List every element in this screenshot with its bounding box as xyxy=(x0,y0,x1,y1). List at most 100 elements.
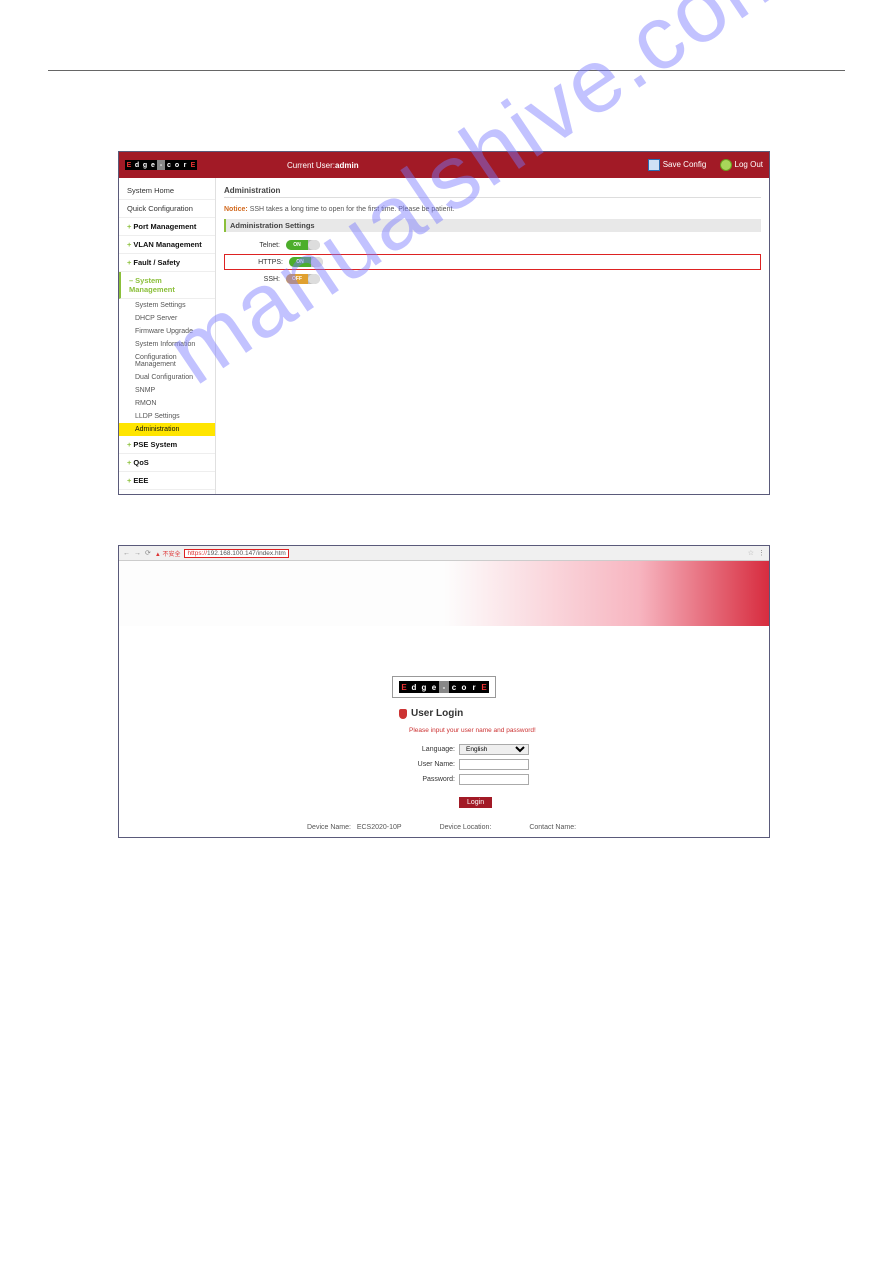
sidebar-item-quick-config[interactable]: Quick Configuration xyxy=(119,200,215,218)
logo-char: r xyxy=(469,681,479,693)
sidebar-item-label: EEE xyxy=(133,476,148,485)
toggle-state: ON xyxy=(289,257,311,267)
toggle-https[interactable]: ON xyxy=(289,257,323,267)
plus-icon: + xyxy=(127,258,131,267)
sidebar-item-eee[interactable]: +EEE xyxy=(119,472,215,490)
logo-char: E xyxy=(189,160,197,170)
password-label: Password: xyxy=(409,776,455,783)
notice: Notice: SSH takes a long time to open fo… xyxy=(224,204,761,215)
logo-char: o xyxy=(459,681,469,693)
plus-icon: + xyxy=(127,440,131,449)
save-config-button[interactable]: Save Config xyxy=(648,159,706,171)
sidebar-item-system-home[interactable]: System Home xyxy=(119,182,215,200)
bookmark-icon[interactable]: ☆ xyxy=(748,549,754,557)
logo-char: c xyxy=(449,681,459,693)
row-https: HTTPS: ON xyxy=(224,254,761,270)
login-logo: E d g e - c o r E xyxy=(392,676,496,698)
language-label: Language: xyxy=(409,746,455,753)
row-ssh: SSH: OFF xyxy=(224,274,761,284)
url-host: 192.168.100.147 xyxy=(207,550,256,557)
sidebar-sub-snmp[interactable]: SNMP xyxy=(119,384,215,397)
sidebar-sub-firmware-upgrade[interactable]: Firmware Upgrade xyxy=(119,325,215,338)
row-language: Language: English xyxy=(409,744,536,755)
sidebar-item-pse-system[interactable]: +PSE System xyxy=(119,436,215,454)
logout-button[interactable]: Log Out xyxy=(720,159,763,171)
row-label: Telnet: xyxy=(224,242,280,249)
sidebar-item-label: QoS xyxy=(133,458,148,467)
sidebar-item-fault-safety[interactable]: +Fault / Safety xyxy=(119,254,215,272)
sidebar-item-qos[interactable]: +QoS xyxy=(119,454,215,472)
logo-char: E xyxy=(479,681,489,693)
logo-char: g xyxy=(141,160,149,170)
notice-text: SSH takes a long time to open for the fi… xyxy=(250,206,455,213)
sidebar-sub-dhcp-server[interactable]: DHCP Server xyxy=(119,312,215,325)
content-area: Administration Notice: SSH takes a long … xyxy=(216,178,769,494)
url-box[interactable]: https://192.168.100.147/index.htm xyxy=(184,549,288,558)
minus-icon: – xyxy=(129,276,133,285)
row-label: HTTPS: xyxy=(227,259,283,266)
footer-device-name: Device Name: ECS2020-10P xyxy=(307,824,402,831)
footer-device-location: Device Location: xyxy=(440,824,492,831)
insecure-icon: ▲ 不安全 xyxy=(155,549,181,558)
logo-char: r xyxy=(181,160,189,170)
sidebar-sub-system-info[interactable]: System Information xyxy=(119,338,215,351)
sidebar-item-port-management[interactable]: +Port Management xyxy=(119,218,215,236)
logo-char: o xyxy=(173,160,181,170)
language-select[interactable]: English xyxy=(459,744,529,755)
plus-icon: + xyxy=(127,240,131,249)
row-label: SSH: xyxy=(224,276,280,283)
sidebar-item-vlan-management[interactable]: +VLAN Management xyxy=(119,236,215,254)
row-username: User Name: xyxy=(409,759,536,770)
login-heading: User Login xyxy=(399,708,463,719)
sidebar-sub-config-management[interactable]: Configuration Management xyxy=(119,351,215,371)
plus-icon: + xyxy=(127,476,131,485)
logo-char: E xyxy=(399,681,409,693)
save-config-label: Save Config xyxy=(663,160,707,169)
toggle-ssh[interactable]: OFF xyxy=(286,274,320,284)
sidebar-sub-dual-config[interactable]: Dual Configuration xyxy=(119,371,215,384)
url-protocol: https:// xyxy=(187,550,207,557)
topbar: E d g e - c o r E Current User:admin Sav… xyxy=(119,152,769,178)
sidebar-sub-rmon[interactable]: RMON xyxy=(119,397,215,410)
pin-icon xyxy=(399,709,407,719)
logo-char: e xyxy=(149,160,157,170)
login-banner xyxy=(119,561,769,626)
sidebar-sub-lldp-settings[interactable]: LLDP Settings xyxy=(119,410,215,423)
screenshot-admin-page: E d g e - c o r E Current User:admin Sav… xyxy=(118,151,770,495)
login-card: Please input your user name and password… xyxy=(409,727,536,808)
top-rule xyxy=(48,70,845,71)
logo-char: c xyxy=(165,160,173,170)
logo-char: d xyxy=(409,681,419,693)
row-telnet: Telnet: ON xyxy=(224,240,761,250)
screenshot-login-page: ← → ⟳ ▲ 不安全 https://192.168.100.147/inde… xyxy=(118,545,770,838)
toggle-state: OFF xyxy=(286,274,308,284)
sidebar-item-label: PSE System xyxy=(133,440,177,449)
row-password: Password: xyxy=(409,774,536,785)
forward-button[interactable]: → xyxy=(134,550,141,557)
username-input[interactable] xyxy=(459,759,529,770)
toggle-knob xyxy=(308,274,320,284)
plus-icon: + xyxy=(127,458,131,467)
toggle-knob xyxy=(308,240,320,250)
password-input[interactable] xyxy=(459,774,529,785)
toggle-telnet[interactable]: ON xyxy=(286,240,320,250)
logo: E d g e - c o r E xyxy=(125,160,197,170)
toggle-knob xyxy=(311,257,323,267)
sidebar: System Home Quick Configuration +Port Ma… xyxy=(119,178,216,494)
current-user-name: admin xyxy=(335,161,359,170)
toggle-state: ON xyxy=(286,240,308,250)
sidebar-sub-system-settings[interactable]: System Settings xyxy=(119,299,215,312)
login-form: E d g e - c o r E User Login Please inpu… xyxy=(119,626,769,820)
sidebar-item-system-management[interactable]: –System Management xyxy=(119,272,215,299)
browser-toolbar: ← → ⟳ ▲ 不安全 https://192.168.100.147/inde… xyxy=(119,546,769,561)
logout-label: Log Out xyxy=(735,160,763,169)
login-heading-text: User Login xyxy=(411,708,463,719)
login-button[interactable]: Login xyxy=(459,797,492,808)
back-button[interactable]: ← xyxy=(123,550,130,557)
menu-icon[interactable]: ⋮ xyxy=(758,549,765,557)
sidebar-sub-administration[interactable]: Administration xyxy=(119,423,215,436)
disk-icon xyxy=(648,159,660,171)
reload-button[interactable]: ⟳ xyxy=(145,549,151,557)
login-hint: Please input your user name and password… xyxy=(409,727,536,734)
url-path: /index.htm xyxy=(256,550,286,557)
